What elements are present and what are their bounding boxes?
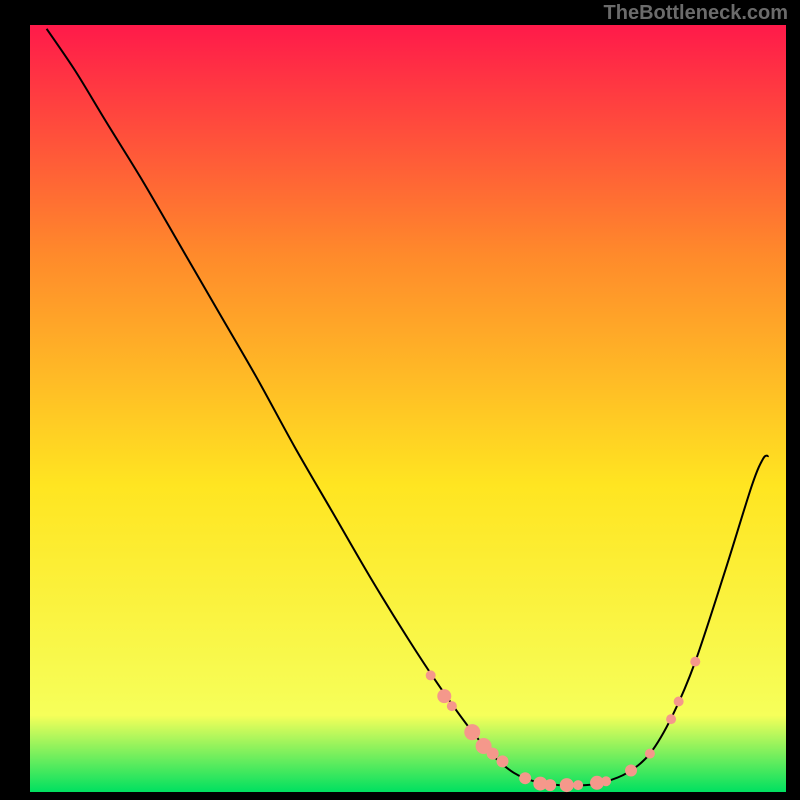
plot-background	[30, 25, 786, 792]
data-marker	[464, 724, 480, 740]
data-marker	[645, 749, 655, 759]
data-marker	[666, 714, 676, 724]
data-marker	[601, 776, 611, 786]
data-marker	[573, 780, 583, 790]
data-marker	[560, 778, 574, 792]
data-marker	[690, 657, 700, 667]
data-marker	[487, 748, 499, 760]
data-marker	[625, 765, 637, 777]
chart-container: TheBottleneck.com	[0, 0, 800, 800]
data-marker	[437, 689, 451, 703]
watermark-text: TheBottleneck.com	[604, 2, 788, 25]
data-marker	[447, 701, 457, 711]
data-marker	[519, 772, 531, 784]
data-marker	[544, 779, 556, 791]
data-marker	[497, 755, 509, 767]
data-marker	[674, 696, 684, 706]
data-marker	[426, 670, 436, 680]
bottleneck-curve-chart	[0, 0, 800, 800]
